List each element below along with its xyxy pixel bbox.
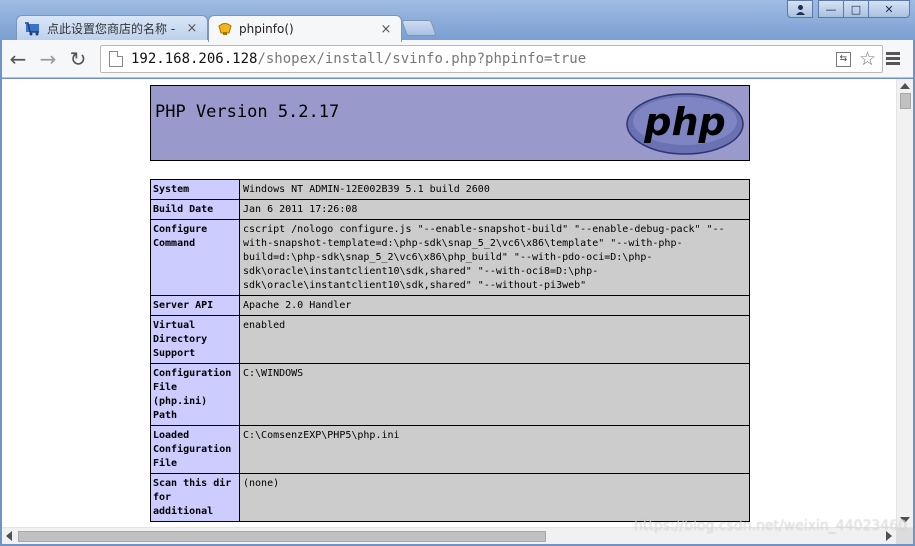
row-key: Server API bbox=[150, 295, 240, 316]
table-row: Configuration File (php.ini) Path C:\WIND… bbox=[150, 363, 750, 426]
url-path: /shopex/install/svinfo.php?phpinfo=true bbox=[257, 51, 587, 67]
new-tab-button[interactable] bbox=[401, 20, 437, 36]
scroll-up-arrow-icon[interactable] bbox=[900, 83, 910, 89]
row-value: cscript /nologo configure.js "--enable-s… bbox=[239, 219, 750, 296]
table-row: Scan this dir for additional (none) bbox=[150, 473, 750, 522]
url-text[interactable]: 192.168.206.128/shopex/install/svinfo.ph… bbox=[131, 51, 586, 67]
table-row: Server API Apache 2.0 Handler bbox=[150, 295, 750, 316]
translate-icon[interactable]: ⇆ bbox=[835, 51, 851, 67]
url-host: 192.168.206.128 bbox=[131, 51, 258, 67]
scroll-left-arrow-icon[interactable] bbox=[6, 531, 12, 541]
php-logo: php bbox=[626, 93, 744, 155]
maximize-button[interactable]: □ bbox=[843, 0, 869, 18]
page-icon bbox=[109, 51, 123, 67]
row-key: System bbox=[150, 179, 240, 200]
user-icon[interactable] bbox=[787, 0, 813, 18]
table-row: Build Date Jan 6 2011 17:26:08 bbox=[150, 199, 750, 220]
vertical-scrollbar[interactable] bbox=[896, 79, 913, 527]
php-header: PHP Version 5.2.17 php bbox=[150, 85, 750, 161]
row-key: Scan this dir for additional bbox=[150, 473, 240, 522]
tab-label: 点此设置您商店的名称 - bbox=[47, 22, 176, 36]
row-key: Configure Command bbox=[150, 219, 240, 296]
row-value: enabled bbox=[239, 315, 750, 364]
row-key: Configuration File (php.ini) Path bbox=[150, 363, 240, 426]
cart-icon bbox=[25, 21, 41, 36]
watermark: https://blog.csdn.net/weixin_44023460 bbox=[634, 518, 908, 534]
page-viewport: PHP Version 5.2.17 php System Windows NT … bbox=[2, 79, 913, 544]
browser-toolbar: ← → ↻ 192.168.206.128/shopex/install/svi… bbox=[2, 40, 913, 78]
row-key: Build Date bbox=[150, 199, 240, 220]
vertical-scroll-thumb[interactable] bbox=[900, 93, 911, 109]
row-key: Virtual Directory Support bbox=[150, 315, 240, 364]
phpinfo-content: PHP Version 5.2.17 php System Windows NT … bbox=[150, 85, 750, 522]
row-value: Jan 6 2011 17:26:08 bbox=[239, 199, 750, 220]
tab-close-icon[interactable]: × bbox=[185, 21, 199, 36]
phpinfo-table: System Windows NT ADMIN-12E002B39 5.1 bui… bbox=[150, 179, 750, 522]
bookmark-star-icon[interactable]: ☆ bbox=[859, 49, 876, 69]
tab-phpinfo[interactable]: phpinfo() × bbox=[208, 15, 402, 42]
address-bar[interactable]: 192.168.206.128/shopex/install/svinfo.ph… bbox=[100, 45, 883, 73]
minimize-button[interactable]: — bbox=[818, 0, 844, 18]
table-row: Loaded Configuration File C:\ComsenzEXP\P… bbox=[150, 425, 750, 474]
row-value: Apache 2.0 Handler bbox=[239, 295, 750, 316]
table-row: Virtual Directory Support enabled bbox=[150, 315, 750, 364]
tab-close-icon[interactable]: × bbox=[379, 22, 393, 37]
window-titlebar: 点此设置您商店的名称 - × phpinfo() × — □ ✕ bbox=[0, 0, 915, 42]
table-row: System Windows NT ADMIN-12E002B39 5.1 bui… bbox=[150, 179, 750, 200]
back-arrow-icon[interactable]: ← bbox=[4, 45, 32, 73]
row-value: C:\WINDOWS bbox=[239, 363, 750, 426]
row-value: Windows NT ADMIN-12E002B39 5.1 build 260… bbox=[239, 179, 750, 200]
php-elephant-icon bbox=[217, 22, 233, 36]
row-value: C:\ComsenzEXP\PHP5\php.ini bbox=[239, 425, 750, 474]
horizontal-scroll-thumb[interactable] bbox=[18, 531, 546, 542]
forward-arrow-icon[interactable]: → bbox=[34, 45, 62, 73]
table-row: Configure Command cscript /nologo configu… bbox=[150, 219, 750, 296]
tab-label: phpinfo() bbox=[239, 22, 294, 36]
row-value: (none) bbox=[239, 473, 750, 522]
hamburger-menu-icon[interactable] bbox=[886, 52, 900, 67]
page-title: PHP Version 5.2.17 bbox=[155, 102, 340, 122]
php-logo-text: php bbox=[643, 100, 725, 144]
tab-shop[interactable]: 点此设置您商店的名称 - × bbox=[16, 15, 208, 41]
row-key: Loaded Configuration File bbox=[150, 425, 240, 474]
reload-icon[interactable]: ↻ bbox=[64, 45, 92, 73]
close-window-button[interactable]: ✕ bbox=[868, 0, 910, 18]
